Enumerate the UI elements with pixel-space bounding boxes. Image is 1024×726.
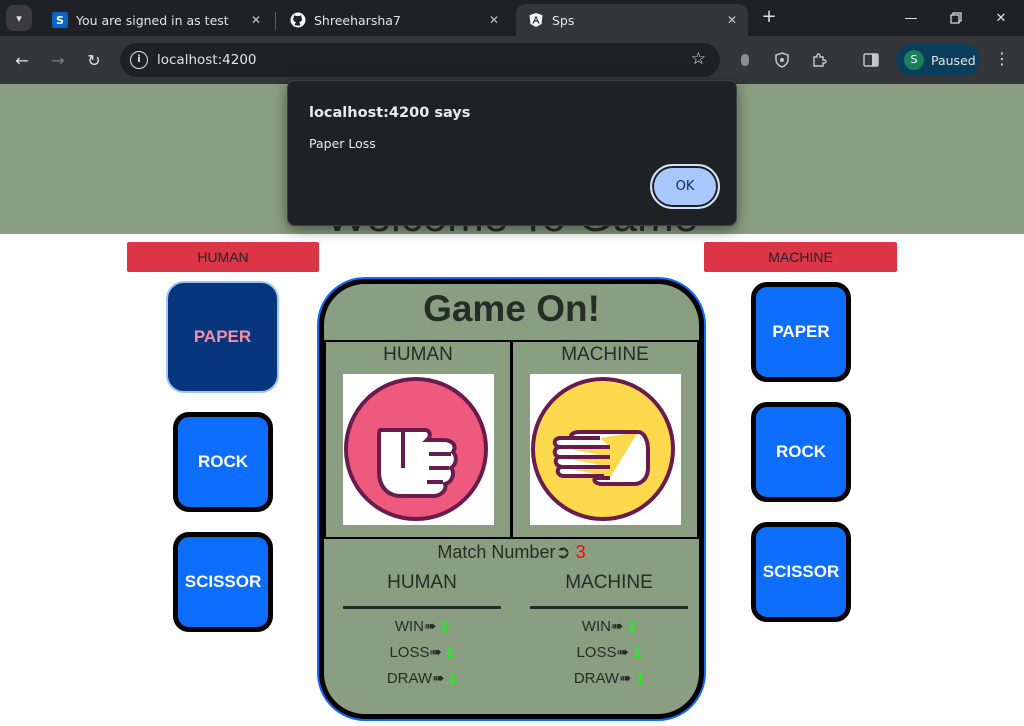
side-panel-icon[interactable] <box>860 49 882 71</box>
human-score-column: HUMAN WIN➠ 2 LOSS➠ 1 DRAW➠ 1 <box>342 572 502 687</box>
restore-button[interactable] <box>933 4 979 32</box>
divider <box>530 606 688 609</box>
more-menu-icon[interactable]: ⋮ <box>992 49 1012 71</box>
human-win-row: WIN➠ 2 <box>342 617 502 635</box>
match-number: Match Number➲ 3 <box>324 542 699 563</box>
win-value: 2 <box>440 618 450 635</box>
arrow-right-icon: → <box>51 50 65 70</box>
extensions-puzzle-icon[interactable] <box>808 49 830 71</box>
human-rock-button[interactable]: ROCK <box>173 412 273 512</box>
machine-label: MACHINE <box>704 242 897 272</box>
win-value: 2 <box>627 618 637 635</box>
match-arrow-icon: ➲ <box>555 542 571 562</box>
machine-loss-row: LOSS➠ 1 <box>529 643 689 661</box>
tab-signed-in[interactable]: S You are signed in as test ✕ <box>40 4 272 36</box>
reload-icon: ↻ <box>87 50 101 70</box>
address-bar[interactable]: i localhost:4200 ☆ <box>120 43 720 77</box>
tab-title: You are signed in as test <box>76 12 229 28</box>
restore-icon <box>950 12 962 24</box>
avatar: S <box>904 50 924 70</box>
tab-strip: ▾ S You are signed in as test ✕ Shreehar… <box>0 0 1024 36</box>
loss-value: 1 <box>446 644 455 661</box>
chevron-down-icon: ▾ <box>16 11 22 25</box>
forward-button[interactable]: → <box>45 47 71 73</box>
close-window-button[interactable]: ✕ <box>978 4 1024 32</box>
angular-icon <box>528 12 544 28</box>
game-board: Game On! HUMAN MACHINE Match Number➲ 3 H… <box>319 279 704 719</box>
tab-title: Sps <box>552 12 575 28</box>
minimize-button[interactable]: — <box>888 4 934 32</box>
machine-score-column: MACHINE WIN➠ 2 LOSS➠ 1 DRAW➠ 1 <box>529 572 689 687</box>
tab-sps[interactable]: Sps ✕ <box>516 4 748 36</box>
close-icon[interactable]: ✕ <box>484 13 504 27</box>
open-hand-icon <box>530 374 681 525</box>
draw-value: 1 <box>635 670 645 687</box>
url-text[interactable]: localhost:4200 <box>157 52 257 68</box>
extension-mouse-icon[interactable] <box>734 49 756 71</box>
minimize-icon: — <box>904 10 918 26</box>
machine-draw-row: DRAW➠ 1 <box>529 669 689 687</box>
divider <box>343 606 501 609</box>
fist-icon <box>343 374 494 525</box>
match-label: Match Number <box>437 542 556 562</box>
human-score-header: HUMAN <box>387 572 457 593</box>
loss-label: LOSS <box>576 644 617 661</box>
profile-button[interactable]: S Paused <box>896 44 980 76</box>
arrow-right-icon: ➠ <box>432 670 445 687</box>
github-icon <box>290 12 306 28</box>
win-label: WIN <box>394 618 425 635</box>
tab-title: Shreeharsha7 <box>314 12 401 28</box>
arrow-left-icon: ← <box>15 50 29 70</box>
arrow-right-icon: ➠ <box>429 644 443 661</box>
close-icon: ✕ <box>995 10 1007 26</box>
machine-scissor-button[interactable]: SCISSOR <box>751 522 851 622</box>
ok-button[interactable]: OK <box>650 164 720 209</box>
machine-paper-button[interactable]: PAPER <box>751 282 851 382</box>
match-number-value: 3 <box>575 542 586 562</box>
dialog-message: Paper Loss <box>309 136 376 151</box>
new-tab-button[interactable]: + <box>758 6 780 28</box>
alert-dialog: localhost:4200 says Paper Loss OK <box>287 80 737 226</box>
arrow-right-icon: ➠ <box>611 618 624 635</box>
plus-icon: + <box>761 6 777 27</box>
draw-value: 1 <box>448 670 458 687</box>
board-title: Game On! <box>423 288 600 329</box>
s-favicon-icon: S <box>52 12 68 28</box>
win-label: WIN <box>581 618 612 635</box>
close-icon[interactable]: ✕ <box>246 13 266 27</box>
dialog-title: localhost:4200 says <box>309 105 471 121</box>
tab-github[interactable]: Shreeharsha7 ✕ <box>278 4 510 36</box>
machine-score-header: MACHINE <box>565 572 653 593</box>
back-button[interactable]: ← <box>9 47 35 73</box>
close-icon[interactable]: ✕ <box>722 13 742 27</box>
human-label: HUMAN <box>127 242 319 272</box>
info-icon[interactable]: i <box>130 51 148 69</box>
human-loss-row: LOSS➠ 1 <box>342 643 502 661</box>
draw-label: DRAW <box>573 670 620 687</box>
arrow-right-icon: ➠ <box>619 670 632 687</box>
reload-button[interactable]: ↻ <box>81 47 107 73</box>
human-draw-row: DRAW➠ 1 <box>342 669 502 687</box>
machine-rock-button[interactable]: ROCK <box>751 402 851 502</box>
arrow-right-icon: ➠ <box>616 644 630 661</box>
human-paper-button[interactable]: PAPER <box>166 281 279 393</box>
tab-separator <box>275 12 276 30</box>
star-icon[interactable]: ☆ <box>691 49 706 69</box>
machine-hand-label: MACHINE <box>561 344 649 365</box>
arrow-right-icon: ➠ <box>424 618 437 635</box>
human-hand-cell: HUMAN <box>324 340 512 539</box>
profile-status: Paused <box>931 52 976 68</box>
machine-hand-cell: MACHINE <box>511 340 699 539</box>
browser-toolbar: ← → ↻ i localhost:4200 ☆ S Paused ⋮ <box>0 36 1024 84</box>
loss-label: LOSS <box>389 644 430 661</box>
human-scissor-button[interactable]: SCISSOR <box>173 532 273 632</box>
loss-value: 1 <box>633 644 642 661</box>
shield-icon[interactable] <box>771 49 793 71</box>
tab-search-button[interactable]: ▾ <box>6 5 32 31</box>
machine-win-row: WIN➠ 2 <box>529 617 689 635</box>
draw-label: DRAW <box>386 670 433 687</box>
human-hand-label: HUMAN <box>383 344 453 365</box>
